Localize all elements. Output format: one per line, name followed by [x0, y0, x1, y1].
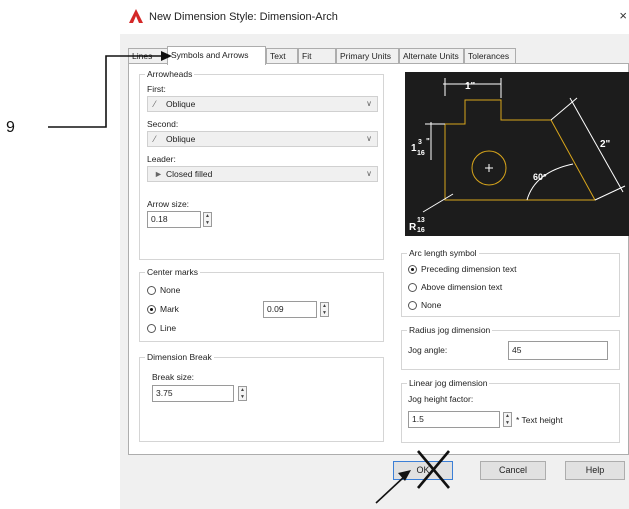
chevron-down-icon: ∨: [366, 99, 372, 108]
dimension-break-group: Dimension Break Break size: 3.75 ▲ ▼: [139, 352, 384, 442]
preview-dim-radius-prefix: R: [409, 222, 417, 233]
leader-arrow-dropdown[interactable]: ► Closed filled ∨: [147, 166, 378, 182]
preview-dim-right: 2": [600, 139, 611, 150]
preview-drawing: 1" 1 3 16 " 2" 60° R 13 16: [409, 78, 626, 234]
jog-height-suffix: * Text height: [516, 415, 563, 425]
preview-dim-left-den: 16: [417, 150, 425, 157]
preview-dim-top: 1": [465, 81, 476, 92]
tab-symbols-and-arrows[interactable]: Symbols and Arrows: [167, 46, 266, 65]
jog-angle-input[interactable]: 45: [508, 341, 608, 360]
arrow-size-input[interactable]: 0.18: [147, 211, 201, 228]
arc-length-group: Arc length symbol Preceding dimension te…: [401, 248, 620, 317]
jog-height-label: Jog height factor:: [408, 394, 474, 404]
center-mark-size-spinner[interactable]: ▲ ▼: [320, 302, 329, 317]
center-mark-line-radio[interactable]: [147, 324, 156, 333]
close-icon[interactable]: ×: [619, 8, 627, 23]
second-arrow-dropdown[interactable]: ⁄ Oblique ∨: [147, 131, 378, 147]
tab-alternate-units[interactable]: Alternate Units: [399, 48, 464, 63]
first-arrow-label: First:: [147, 84, 166, 94]
leader-arrow-label: Leader:: [147, 154, 176, 164]
spin-down-icon: ▼: [505, 420, 510, 426]
preview-angle-arc: [526, 163, 574, 201]
arrowheads-group-label: Arrowheads: [145, 69, 195, 79]
closed-filled-arrow-icon: ►: [154, 169, 163, 179]
spin-down-icon: ▼: [240, 394, 245, 400]
center-mark-none-radio[interactable]: [147, 286, 156, 295]
arc-none-radio[interactable]: [408, 301, 417, 310]
oblique-arrow-icon: ⁄: [154, 134, 156, 144]
arc-none-label[interactable]: None: [421, 300, 441, 310]
tab-tolerances[interactable]: Tolerances: [464, 48, 516, 63]
step-number-label: 9: [6, 119, 15, 136]
preview-right-ext-top: [550, 97, 578, 121]
break-size-label: Break size:: [152, 372, 195, 382]
tab-text[interactable]: Text: [266, 48, 298, 63]
tab-primary-units[interactable]: Primary Units: [336, 48, 399, 63]
oblique-arrow-icon: ⁄: [154, 99, 156, 109]
arrow-size-label: Arrow size:: [147, 199, 190, 209]
first-arrow-value: Oblique: [166, 99, 196, 109]
tab-bar: Lines Symbols and Arrows Text Fit Primar…: [128, 46, 628, 65]
preview-right-ext-bottom: [594, 185, 626, 201]
center-mark-none-label[interactable]: None: [160, 285, 180, 295]
preview-part-outline: [444, 99, 596, 201]
arc-above-radio[interactable]: [408, 283, 417, 292]
title-bar: New Dimension Style: Dimension-Arch ×: [120, 0, 629, 34]
first-arrow-dropdown[interactable]: ⁄ Oblique ∨: [147, 96, 378, 112]
spin-down-icon: ▼: [322, 310, 327, 316]
leader-arrow-value: Closed filled: [166, 169, 213, 179]
center-mark-mark-label[interactable]: Mark: [160, 304, 179, 314]
jog-height-spinner[interactable]: ▲ ▼: [503, 412, 512, 427]
spin-up-icon: ▲: [505, 413, 510, 419]
center-mark-mark-radio[interactable]: [147, 305, 156, 314]
help-button[interactable]: Help: [565, 461, 625, 480]
second-arrow-value: Oblique: [166, 134, 196, 144]
center-marks-group: Center marks None Mark Line 0.09 ▲ ▼: [139, 267, 384, 342]
preview-radius-leader: [422, 193, 454, 213]
break-size-input[interactable]: 3.75: [152, 385, 234, 402]
preview-dim-radius-den: 16: [417, 227, 425, 234]
preview-dim-left-unit: ": [426, 137, 430, 146]
preview-right-dim-line: [569, 97, 624, 193]
radius-jog-group-label: Radius jog dimension: [407, 325, 493, 335]
second-arrow-label: Second:: [147, 119, 179, 129]
chevron-down-icon: ∨: [366, 169, 372, 178]
tab-lines[interactable]: Lines: [128, 48, 168, 63]
cancel-button[interactable]: Cancel: [480, 461, 546, 480]
dimension-break-group-label: Dimension Break: [145, 352, 214, 362]
linear-jog-group: Linear jog dimension Jog height factor: …: [401, 378, 620, 443]
preview-dim-angle: 60°: [533, 172, 547, 182]
center-marks-group-label: Center marks: [145, 267, 201, 277]
arc-preceding-label[interactable]: Preceding dimension text: [421, 264, 516, 274]
ok-button[interactable]: OK: [393, 461, 453, 480]
arc-above-label[interactable]: Above dimension text: [421, 282, 502, 292]
preview-dim-radius-num: 13: [417, 217, 425, 224]
spin-up-icon: ▲: [240, 387, 245, 393]
spin-down-icon: ▼: [205, 220, 210, 226]
radius-jog-group: Radius jog dimension Jog angle: 45: [401, 325, 620, 370]
arc-length-group-label: Arc length symbol: [407, 248, 479, 258]
jog-height-input[interactable]: 1.5: [408, 411, 500, 428]
tab-content-panel: Arrowheads First: ⁄ Oblique ∨ Second: ⁄ …: [128, 63, 629, 455]
tab-fit[interactable]: Fit: [298, 48, 336, 63]
chevron-down-icon: ∨: [366, 134, 372, 143]
arc-preceding-radio[interactable]: [408, 265, 417, 274]
spin-up-icon: ▲: [205, 213, 210, 219]
preview-dim-left-num: 3: [418, 139, 422, 146]
center-mark-line-label[interactable]: Line: [160, 323, 176, 333]
dialog-title: New Dimension Style: Dimension-Arch: [149, 11, 338, 23]
autocad-logo-icon: [129, 9, 143, 23]
spin-up-icon: ▲: [322, 303, 327, 309]
dimension-preview: 1" 1 3 16 " 2" 60° R 13 16: [405, 72, 629, 236]
arrowheads-group: Arrowheads First: ⁄ Oblique ∨ Second: ⁄ …: [139, 69, 384, 260]
jog-angle-label: Jog angle:: [408, 345, 448, 355]
center-mark-size-input[interactable]: 0.09: [263, 301, 317, 318]
arrow-size-spinner[interactable]: ▲ ▼: [203, 212, 212, 227]
break-size-spinner[interactable]: ▲ ▼: [238, 386, 247, 401]
linear-jog-group-label: Linear jog dimension: [407, 378, 490, 388]
dimension-style-dialog: New Dimension Style: Dimension-Arch × Li…: [120, 0, 629, 509]
